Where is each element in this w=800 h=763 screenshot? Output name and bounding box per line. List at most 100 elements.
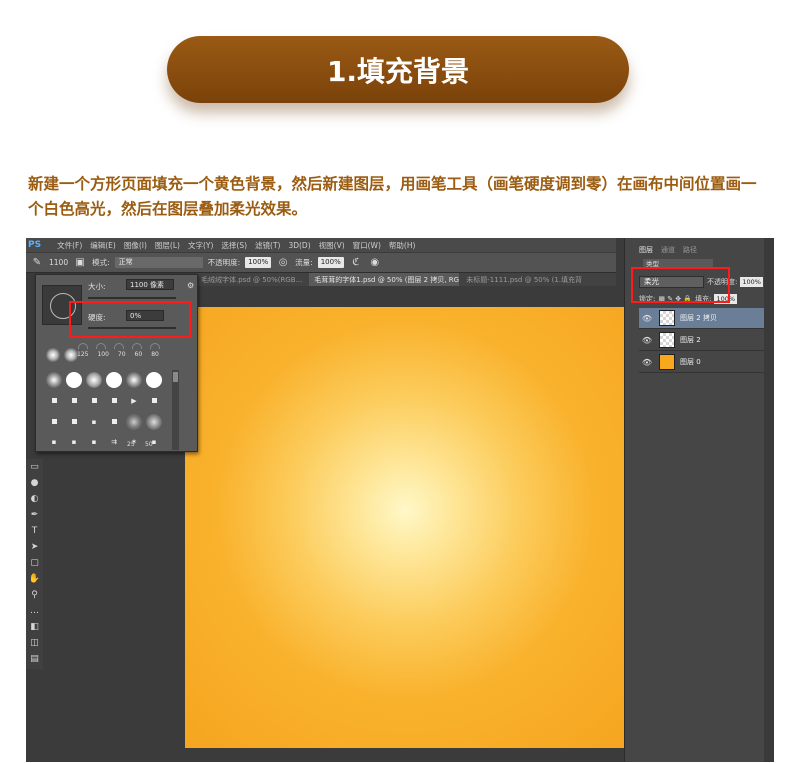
dodge-tool-icon[interactable]: ◐ bbox=[26, 491, 43, 507]
color-swatches-icon[interactable]: ◧ bbox=[26, 619, 43, 635]
gradient-tool-icon[interactable]: ▭ bbox=[26, 459, 43, 475]
eye-icon[interactable]: 👁 bbox=[639, 336, 655, 345]
layer-row[interactable]: 👁 图层 2 拷贝 bbox=[639, 308, 773, 329]
brush-preset[interactable] bbox=[86, 372, 102, 388]
doc-tab[interactable]: 毛绒绒字体.psd @ 50%(RGB... bbox=[196, 273, 307, 286]
pressure-size-icon[interactable]: ◉ bbox=[368, 256, 382, 270]
opacity-field[interactable]: 100% bbox=[245, 257, 272, 268]
path-selection-icon[interactable]: ➤ bbox=[26, 539, 43, 555]
more-tools-icon[interactable]: … bbox=[26, 603, 43, 619]
menu-type[interactable]: 文字(Y) bbox=[188, 240, 213, 251]
brush-preset[interactable] bbox=[106, 414, 122, 430]
menu-layer[interactable]: 图层(L) bbox=[155, 240, 180, 251]
brush-preset[interactable] bbox=[46, 414, 62, 430]
preset-size[interactable]: 60 bbox=[135, 351, 143, 358]
brush-size-value[interactable]: 1100 bbox=[49, 258, 68, 267]
pressure-opacity-icon[interactable]: ◎ bbox=[276, 256, 290, 270]
zoom-tool-icon[interactable]: ⚲ bbox=[26, 587, 43, 603]
preset-size[interactable]: 25 bbox=[127, 441, 135, 448]
tab-channels[interactable]: 通道 bbox=[661, 245, 675, 257]
hand-tool-icon[interactable]: ✋ bbox=[26, 571, 43, 587]
menu-window[interactable]: 窗口(W) bbox=[353, 240, 381, 251]
size-field[interactable]: 1100 像素 bbox=[126, 279, 174, 290]
brush-preset-grid: ▶ ▪ ▪ ▪ ▪ ⇉ ✶ ▪ bbox=[46, 372, 166, 452]
brush-preset[interactable] bbox=[46, 348, 60, 362]
tab-layers[interactable]: 图层 bbox=[639, 245, 653, 257]
preset-row bbox=[46, 348, 78, 362]
brush-preset[interactable] bbox=[106, 393, 122, 409]
document-tabs: 毛绒绒字体.psd @ 50%(RGB... 毛茸茸的字体1.psd @ 50%… bbox=[196, 273, 616, 286]
brush-panel-toggle-icon[interactable]: ▣ bbox=[73, 256, 87, 270]
layer-name: 图层 0 bbox=[680, 358, 701, 366]
brush-preset[interactable] bbox=[126, 372, 142, 388]
brush-preset[interactable] bbox=[146, 413, 162, 430]
tools-panel: ▭ ● ◐ ✒ T ➤ ▢ ✋ ⚲ … ◧ ◫ ▤ bbox=[26, 459, 43, 669]
layer-name: 图层 2 拷贝 bbox=[680, 314, 717, 322]
layer-thumbnail bbox=[659, 310, 675, 326]
brush-preset[interactable]: ⇉ bbox=[106, 434, 122, 450]
brush-preset[interactable] bbox=[66, 414, 82, 430]
layer-row[interactable]: 👁 图层 0 bbox=[639, 352, 773, 373]
preset-size[interactable]: 100 bbox=[97, 351, 108, 358]
menu-help[interactable]: 帮助(H) bbox=[389, 240, 416, 251]
mode-select[interactable]: 正常 bbox=[114, 257, 203, 268]
layers-panel: 图层 通道 路径 类型 柔光 不透明度: 100% 锁定: ▦ ✎ ✥ 🔒 填充… bbox=[624, 238, 774, 762]
gear-icon[interactable]: ⚙ bbox=[187, 281, 194, 290]
brush-preset[interactable]: ▶ bbox=[126, 393, 142, 409]
canvas[interactable] bbox=[185, 307, 626, 748]
menu-bar: PS 文件(F) 编辑(E) 图像(I) 图层(L) 文字(Y) 选择(S) 滤… bbox=[26, 238, 616, 252]
menu-3d[interactable]: 3D(D) bbox=[288, 241, 310, 250]
brush-preset[interactable]: ▪ bbox=[86, 414, 102, 430]
menu-file[interactable]: 文件(F) bbox=[57, 240, 82, 251]
menu-image[interactable]: 图像(I) bbox=[124, 240, 147, 251]
size-slider[interactable] bbox=[88, 297, 176, 299]
flow-field[interactable]: 100% bbox=[317, 257, 344, 268]
brush-preset[interactable] bbox=[86, 393, 102, 409]
brush-preset[interactable] bbox=[46, 372, 62, 388]
layer-opacity-field[interactable]: 100% bbox=[740, 277, 763, 287]
brush-preset[interactable] bbox=[126, 413, 142, 430]
preset-size[interactable]: 80 bbox=[151, 351, 159, 358]
brush-preset[interactable]: ▪ bbox=[66, 434, 82, 450]
menu-view[interactable]: 视图(V) bbox=[319, 240, 345, 251]
hardness-highlight-box bbox=[69, 301, 191, 338]
tab-paths[interactable]: 路径 bbox=[683, 245, 697, 257]
brush-preset[interactable] bbox=[64, 348, 78, 362]
layer-row[interactable]: 👁 图层 2 bbox=[639, 330, 773, 351]
type-tool-icon[interactable]: T bbox=[26, 523, 43, 539]
menu-filter[interactable]: 滤镜(T) bbox=[255, 240, 280, 251]
brush-preset[interactable] bbox=[66, 372, 82, 388]
brush-preset[interactable] bbox=[46, 393, 62, 409]
doc-tab-active[interactable]: 毛茸茸的字体1.psd @ 50% (图层 2 拷贝, RGB/8) * bbox=[309, 273, 460, 286]
brush-preset[interactable]: ▪ bbox=[46, 434, 62, 450]
brush-preset[interactable] bbox=[66, 393, 82, 409]
quick-mask-icon[interactable]: ◫ bbox=[26, 635, 43, 651]
ps-logo: PS bbox=[28, 240, 42, 250]
eye-icon[interactable]: 👁 bbox=[639, 358, 655, 367]
flow-label: 流量: bbox=[295, 258, 313, 267]
brush-preset[interactable]: ▪ bbox=[86, 434, 102, 450]
mode-label: 模式: bbox=[92, 258, 110, 267]
panel-dock-strip bbox=[764, 238, 774, 762]
blur-tool-icon[interactable]: ● bbox=[26, 475, 43, 491]
brush-preset[interactable] bbox=[106, 372, 122, 388]
section-title-banner: 1.填充背景 bbox=[167, 36, 629, 103]
menu-edit[interactable]: 编辑(E) bbox=[90, 240, 116, 251]
size-label: 大小: bbox=[88, 282, 106, 291]
brush-preset[interactable] bbox=[146, 393, 162, 409]
layer-thumbnail bbox=[659, 354, 675, 370]
preset-size[interactable]: 125 bbox=[77, 351, 88, 358]
brush-preset[interactable] bbox=[146, 372, 162, 388]
airbrush-icon[interactable]: ℭ bbox=[349, 256, 363, 270]
shape-tool-icon[interactable]: ▢ bbox=[26, 555, 43, 571]
preset-scrollbar[interactable] bbox=[172, 370, 179, 450]
doc-tab[interactable]: 未标题-1111.psd @ 50% (1.填充背 bbox=[461, 273, 587, 286]
preset-size[interactable]: 70 bbox=[118, 351, 126, 358]
brush-tool-icon[interactable]: ✎ bbox=[30, 256, 44, 270]
panel-tabs: 图层 通道 路径 bbox=[625, 245, 774, 257]
eye-icon[interactable]: 👁 bbox=[639, 314, 655, 323]
menu-select[interactable]: 选择(S) bbox=[221, 240, 247, 251]
preset-size[interactable]: 50 bbox=[145, 441, 153, 448]
pen-tool-icon[interactable]: ✒ bbox=[26, 507, 43, 523]
screen-mode-icon[interactable]: ▤ bbox=[26, 651, 43, 667]
